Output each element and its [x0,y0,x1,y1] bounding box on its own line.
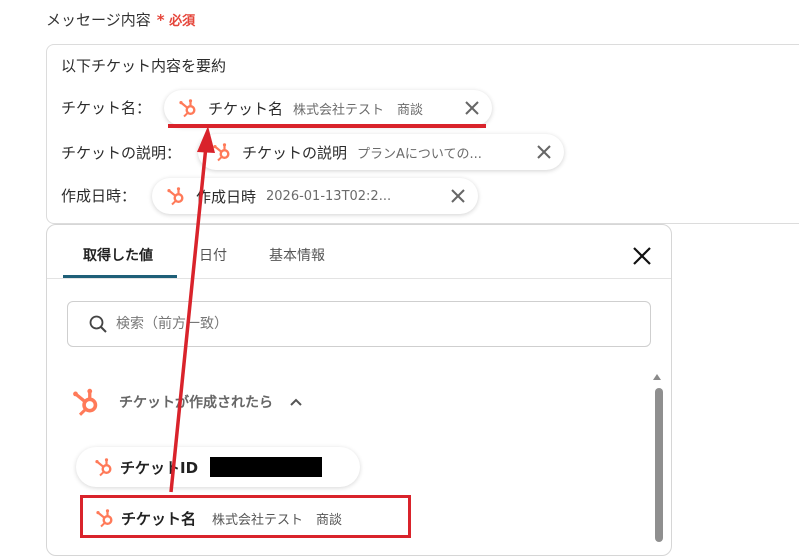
tab-date[interactable]: 日付 [199,245,227,265]
hubspot-icon [73,388,98,416]
chip-title: チケット名 [208,99,284,118]
tabs-divider [47,278,671,279]
row-label-created-at: 作成日時： [61,187,137,205]
field-label-text: メッセージ内容 [46,11,151,29]
chip-title: チケットの説明 [242,143,348,162]
tab-acquired-values[interactable]: 取得した値 [83,245,153,265]
chip-title: 作成日時 [196,187,257,206]
variable-chip-ticket-name[interactable]: チケット名 株式会社テスト 商談 [164,90,492,126]
chip-value: 2026-01-13T02:2... [266,188,392,204]
tab-basic-info[interactable]: 基本情報 [269,245,325,265]
trigger-group-header[interactable]: チケットが作成されたら [71,387,303,417]
scroll-up-arrow[interactable] [653,374,661,380]
close-icon[interactable] [631,245,653,267]
group-title: チケットが作成されたら [119,395,273,411]
highlight-box [80,495,411,538]
hubspot-icon [167,187,184,206]
field-label: メッセージ内容 * 必須 [46,9,195,30]
chip-value: プランAについての... [357,146,482,162]
search-box[interactable] [67,301,651,347]
hubspot-icon [213,143,230,162]
redacted-value [210,457,323,477]
close-icon[interactable] [464,100,480,116]
required-indicator: * 必須 [156,11,196,29]
close-icon[interactable] [450,188,466,204]
search-icon [89,315,107,333]
highlight-underline [168,124,486,128]
item-title: チケットID [120,458,199,477]
scrollbar-thumb[interactable] [655,388,663,542]
hubspot-icon [95,458,112,477]
row-label-ticket-description: チケットの説明： [61,144,182,162]
value-item-ticket-id[interactable]: チケットID [76,447,360,487]
row-label-ticket-name: チケット名： [61,99,152,117]
variable-chip-ticket-description[interactable]: チケットの説明 プランAについての... [198,134,564,170]
message-line: 以下チケット内容を要約 [61,57,227,75]
search-input[interactable] [114,315,650,333]
chevron-up-icon[interactable] [289,397,303,407]
chip-value: 株式会社テスト 商談 [293,102,424,118]
close-icon[interactable] [536,144,552,160]
variable-chip-created-at[interactable]: 作成日時 2026-01-13T02:2... [152,178,478,214]
hubspot-icon [179,99,196,118]
